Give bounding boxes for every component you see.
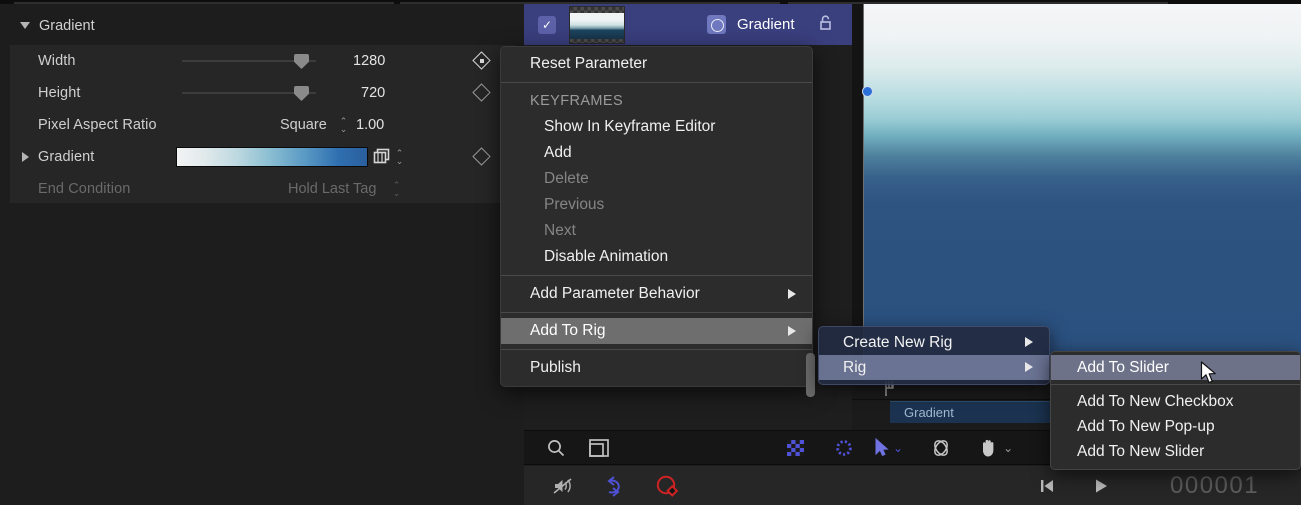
rig-targets-submenu: Add To Slider Add To New Checkbox Add To… — [1050, 351, 1301, 470]
menu-item-add[interactable]: Add — [501, 140, 812, 166]
menu-item-create-new-rig[interactable]: Create New Rig — [819, 330, 1049, 355]
menu-item-add-to-new-slider[interactable]: Add To New Slider — [1051, 439, 1300, 464]
menu-item-label: Add Parameter Behavior — [530, 285, 700, 302]
menu-item-add-to-new-popup[interactable]: Add To New Pop-up — [1051, 414, 1300, 439]
parameter-row-gradient: Gradient ⌃⌄ — [10, 141, 516, 173]
layer-enable-checkbox[interactable]: ✓ — [538, 16, 556, 34]
go-to-start-button[interactable] — [1038, 468, 1056, 503]
width-value[interactable]: 1280 — [353, 53, 385, 69]
lock-open-icon[interactable] — [817, 14, 834, 35]
gradient-swatch[interactable] — [176, 147, 368, 167]
select-arrow-icon[interactable] — [874, 430, 889, 465]
parameter-list: Width 1280 ⌄ Height 720 Pixel Aspect Rat… — [10, 45, 516, 203]
menu-item-label: Rig — [843, 359, 866, 376]
generator-icon — [707, 15, 726, 34]
motion-app-window: Gradient Width 1280 ⌄ Height 720 — [0, 0, 1301, 505]
parameter-label: Width — [38, 53, 76, 69]
parameter-label: Pixel Aspect Ratio — [38, 117, 157, 133]
record-icon[interactable] — [654, 468, 680, 503]
submenu-arrow-icon — [1025, 337, 1033, 347]
inspector-group-title: Gradient — [39, 18, 95, 34]
menu-scroll-indicator[interactable] — [806, 353, 815, 397]
menu-separator — [1051, 384, 1300, 385]
parameter-row-end-condition: End Condition Hold Last Tag ⌃⌄ — [10, 173, 516, 205]
frame-icon[interactable] — [588, 430, 610, 465]
chevron-down-icon[interactable]: ⌄ — [893, 441, 903, 455]
mouse-cursor — [1200, 361, 1218, 390]
keyframe-dot-icon — [480, 59, 484, 63]
submenu-arrow-icon — [1025, 362, 1033, 372]
inspector-footer — [0, 466, 524, 505]
menu-item-label: Create New Rig — [843, 334, 952, 351]
parameter-row-height: Height 720 — [10, 77, 516, 109]
end-condition-popup: Hold Last Tag — [288, 181, 376, 197]
mute-icon[interactable] — [552, 468, 576, 503]
menu-item-publish[interactable]: Publish — [501, 355, 812, 381]
chevron-down-icon[interactable]: ⌄ — [1003, 441, 1013, 455]
menu-item-add-to-rig[interactable]: Add To Rig — [501, 318, 812, 344]
layer-name: Gradient — [737, 16, 795, 33]
pixel-aspect-ratio-value[interactable]: 1.00 — [356, 117, 384, 133]
player-toolbar: 000001 ⌄ — [524, 466, 1301, 505]
menu-item-add-to-new-checkbox[interactable]: Add To New Checkbox — [1051, 389, 1300, 414]
triangle-right-icon[interactable] — [22, 152, 29, 162]
menu-item-rig[interactable]: Rig — [819, 355, 1049, 380]
pixel-aspect-ratio-popup[interactable]: Square — [280, 117, 327, 133]
parameter-label: Height — [38, 85, 81, 101]
gradient-preset-icon[interactable] — [373, 148, 391, 165]
menu-item-disable-animation[interactable]: Disable Animation — [501, 244, 812, 270]
parameter-row-pixel-aspect-ratio: Pixel Aspect Ratio Square ⌃⌄ 1.00 — [10, 109, 516, 141]
menu-item-show-in-keyframe-editor[interactable]: Show In Keyframe Editor — [501, 114, 812, 140]
loop-icon[interactable] — [602, 468, 628, 503]
gradient-start-handle[interactable] — [862, 86, 873, 97]
3d-transform-icon[interactable] — [929, 430, 953, 465]
parameter-row-width: Width 1280 ⌄ — [10, 45, 516, 77]
submenu-arrow-icon — [788, 326, 796, 336]
stepper-icon: ⌃⌄ — [392, 181, 401, 197]
menu-item-delete: Delete — [501, 166, 812, 192]
layer-thumbnail — [569, 6, 625, 44]
play-button[interactable] — [1092, 468, 1110, 503]
triangle-down-icon[interactable] — [20, 22, 30, 29]
menu-separator — [501, 82, 812, 83]
width-slider-knob[interactable] — [294, 54, 309, 69]
timecode-display[interactable]: 000001 — [1170, 472, 1259, 500]
menu-item-reset-parameter[interactable]: Reset Parameter — [501, 51, 812, 77]
menu-item-label: Add To Rig — [530, 322, 606, 339]
stepper-icon[interactable]: ⌃⌄ — [395, 149, 404, 165]
render-quality-icon[interactable] — [834, 430, 854, 465]
layer-row-gradient[interactable]: ✓ Gradient — [524, 4, 852, 45]
height-value[interactable]: 720 — [361, 85, 385, 101]
inspector-group-header[interactable]: Gradient — [0, 10, 524, 41]
checkerboard-icon[interactable] — [785, 430, 806, 465]
menu-separator — [501, 312, 812, 313]
layers-toolbar — [524, 430, 852, 465]
menu-separator — [501, 275, 812, 276]
add-to-rig-submenu: Create New Rig Rig — [818, 326, 1050, 385]
menu-separator — [501, 349, 812, 350]
menu-item-previous: Previous — [501, 192, 812, 218]
parameter-label: End Condition — [38, 181, 130, 197]
submenu-arrow-icon — [788, 289, 796, 299]
keyframe-diamond-icon[interactable] — [472, 83, 490, 101]
inspector-panel: Gradient Width 1280 ⌄ Height 720 — [0, 4, 524, 505]
parameter-context-menu: Reset Parameter KEYFRAMES Show In Keyfra… — [500, 46, 813, 387]
menu-item-next: Next — [501, 218, 812, 244]
timeline-clip-label: Gradient — [904, 405, 954, 420]
stepper-icon[interactable]: ⌃⌄ — [339, 117, 348, 133]
search-icon[interactable] — [546, 430, 566, 465]
parameter-label: Gradient — [38, 149, 94, 165]
menu-item-add-to-slider[interactable]: Add To Slider — [1051, 355, 1300, 380]
height-slider-knob[interactable] — [294, 86, 309, 101]
menu-item-add-parameter-behavior[interactable]: Add Parameter Behavior — [501, 281, 812, 307]
keyframe-diamond-icon[interactable] — [472, 147, 490, 165]
menu-section-keyframes: KEYFRAMES — [501, 88, 812, 114]
pan-hand-icon[interactable] — [979, 430, 999, 465]
